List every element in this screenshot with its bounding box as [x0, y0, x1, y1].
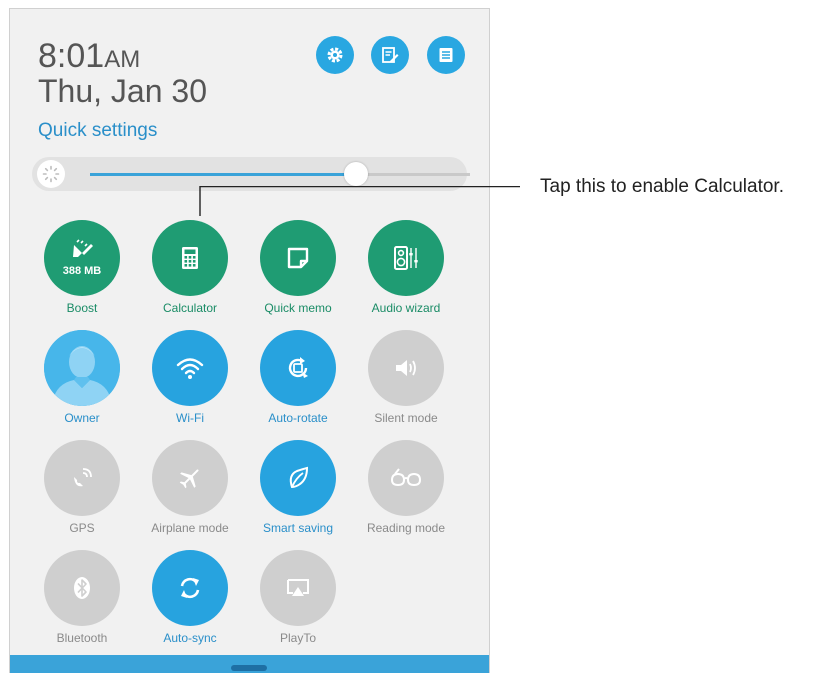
smart-saving-label: Smart saving — [262, 521, 334, 535]
tile-quick-memo[interactable]: Quick memo — [244, 220, 352, 315]
tile-auto-rotate[interactable]: Auto-rotate — [244, 330, 352, 425]
calculator-circle[interactable] — [152, 220, 228, 296]
bluetooth-icon — [74, 577, 90, 599]
tile-calculator[interactable]: Calculator — [136, 220, 244, 315]
time-ampm: AM — [104, 46, 141, 73]
calculator-icon — [182, 247, 198, 269]
reading-mode-label: Reading mode — [366, 521, 446, 535]
owner-label: Owner — [64, 411, 100, 425]
quick-settings-link[interactable]: Quick settings — [38, 120, 157, 142]
tile-gps[interactable]: GPS — [28, 440, 136, 535]
quick-memo-label: Quick memo — [264, 301, 332, 315]
cast-screen-icon — [287, 579, 309, 596]
tile-smart-saving[interactable]: Smart saving — [244, 440, 352, 535]
settings-button[interactable] — [316, 36, 354, 74]
quick-memo-icon — [287, 247, 309, 269]
owner-circle[interactable] — [44, 330, 120, 406]
tile-reading-mode[interactable]: Reading mode — [352, 440, 460, 535]
audio-wizard-circle[interactable] — [368, 220, 444, 296]
owner-avatar-icon — [44, 330, 120, 406]
boost-icon — [73, 239, 93, 257]
edit-button[interactable] — [371, 36, 409, 74]
smart-saving-circle[interactable] — [260, 440, 336, 516]
leaf-icon — [289, 466, 309, 489]
playto-circle[interactable] — [260, 550, 336, 626]
drag-handle[interactable] — [231, 665, 267, 671]
notes-button[interactable] — [427, 36, 465, 74]
quick-memo-circle[interactable] — [260, 220, 336, 296]
settings-icon — [327, 47, 343, 63]
bluetooth-label: Bluetooth — [56, 631, 108, 645]
auto-sync-label: Auto-sync — [163, 631, 217, 645]
auto-rotate-icon — [288, 357, 308, 378]
auto-sync-circle[interactable] — [152, 550, 228, 626]
clock-date: Thu, Jan 30 — [38, 73, 207, 109]
quick-settings-panel: 8:01AM Thu, Jan 30 Quick settings 388 MB… — [9, 8, 490, 673]
gps-label: GPS — [69, 521, 95, 535]
airplane-mode-label: Airplane mode — [151, 521, 229, 535]
tile-playto[interactable]: PlayTo — [244, 550, 352, 645]
silent-mode-circle[interactable] — [368, 330, 444, 406]
panel-bottom-bar[interactable] — [10, 655, 489, 673]
gps-circle[interactable] — [44, 440, 120, 516]
tile-audio-wizard[interactable]: Audio wizard — [352, 220, 460, 315]
silent-mode-label: Silent mode — [374, 411, 438, 425]
tile-boost[interactable]: 388 MB Boost — [28, 220, 136, 315]
airplane-icon — [179, 469, 199, 489]
gps-icon — [74, 468, 92, 487]
brightness-fill — [90, 173, 356, 176]
edit-icon — [382, 47, 399, 63]
tile-auto-sync[interactable]: Auto-sync — [136, 550, 244, 645]
callout-text: Tap this to enable Calculator. — [540, 176, 784, 197]
speaker-icon — [396, 360, 416, 376]
notes-icon — [439, 48, 453, 62]
auto-rotate-label: Auto-rotate — [268, 411, 328, 425]
auto-rotate-circle[interactable] — [260, 330, 336, 406]
sync-icon — [180, 577, 200, 599]
brightness-knob[interactable] — [344, 162, 368, 186]
audio-wizard-icon — [394, 246, 418, 270]
calculator-label: Calculator — [162, 301, 218, 315]
tile-owner[interactable]: Owner — [28, 330, 136, 425]
boost-memory-value: 388 MB — [62, 265, 102, 277]
tile-bluetooth[interactable]: Bluetooth — [28, 550, 136, 645]
callout-leader-line — [199, 186, 520, 216]
audio-wizard-label: Audio wizard — [371, 301, 441, 315]
reading-mode-circle[interactable] — [368, 440, 444, 516]
airplane-mode-circle[interactable] — [152, 440, 228, 516]
tile-silent-mode[interactable]: Silent mode — [352, 330, 460, 425]
brightness-auto-icon[interactable] — [37, 160, 65, 188]
bluetooth-circle[interactable] — [44, 550, 120, 626]
boost-label: Boost — [66, 301, 98, 315]
tile-wifi[interactable]: Wi-Fi — [136, 330, 244, 425]
playto-label: PlayTo — [279, 631, 317, 645]
tile-airplane-mode[interactable]: Airplane mode — [136, 440, 244, 535]
time-value: 8:01 — [38, 37, 105, 75]
wifi-icon — [176, 358, 204, 379]
boost-circle[interactable]: 388 MB — [44, 220, 120, 296]
glasses-icon — [390, 468, 422, 487]
clock-time: 8:01AM — [38, 39, 140, 73]
wifi-circle[interactable] — [152, 330, 228, 406]
wifi-label: Wi-Fi — [176, 411, 204, 425]
